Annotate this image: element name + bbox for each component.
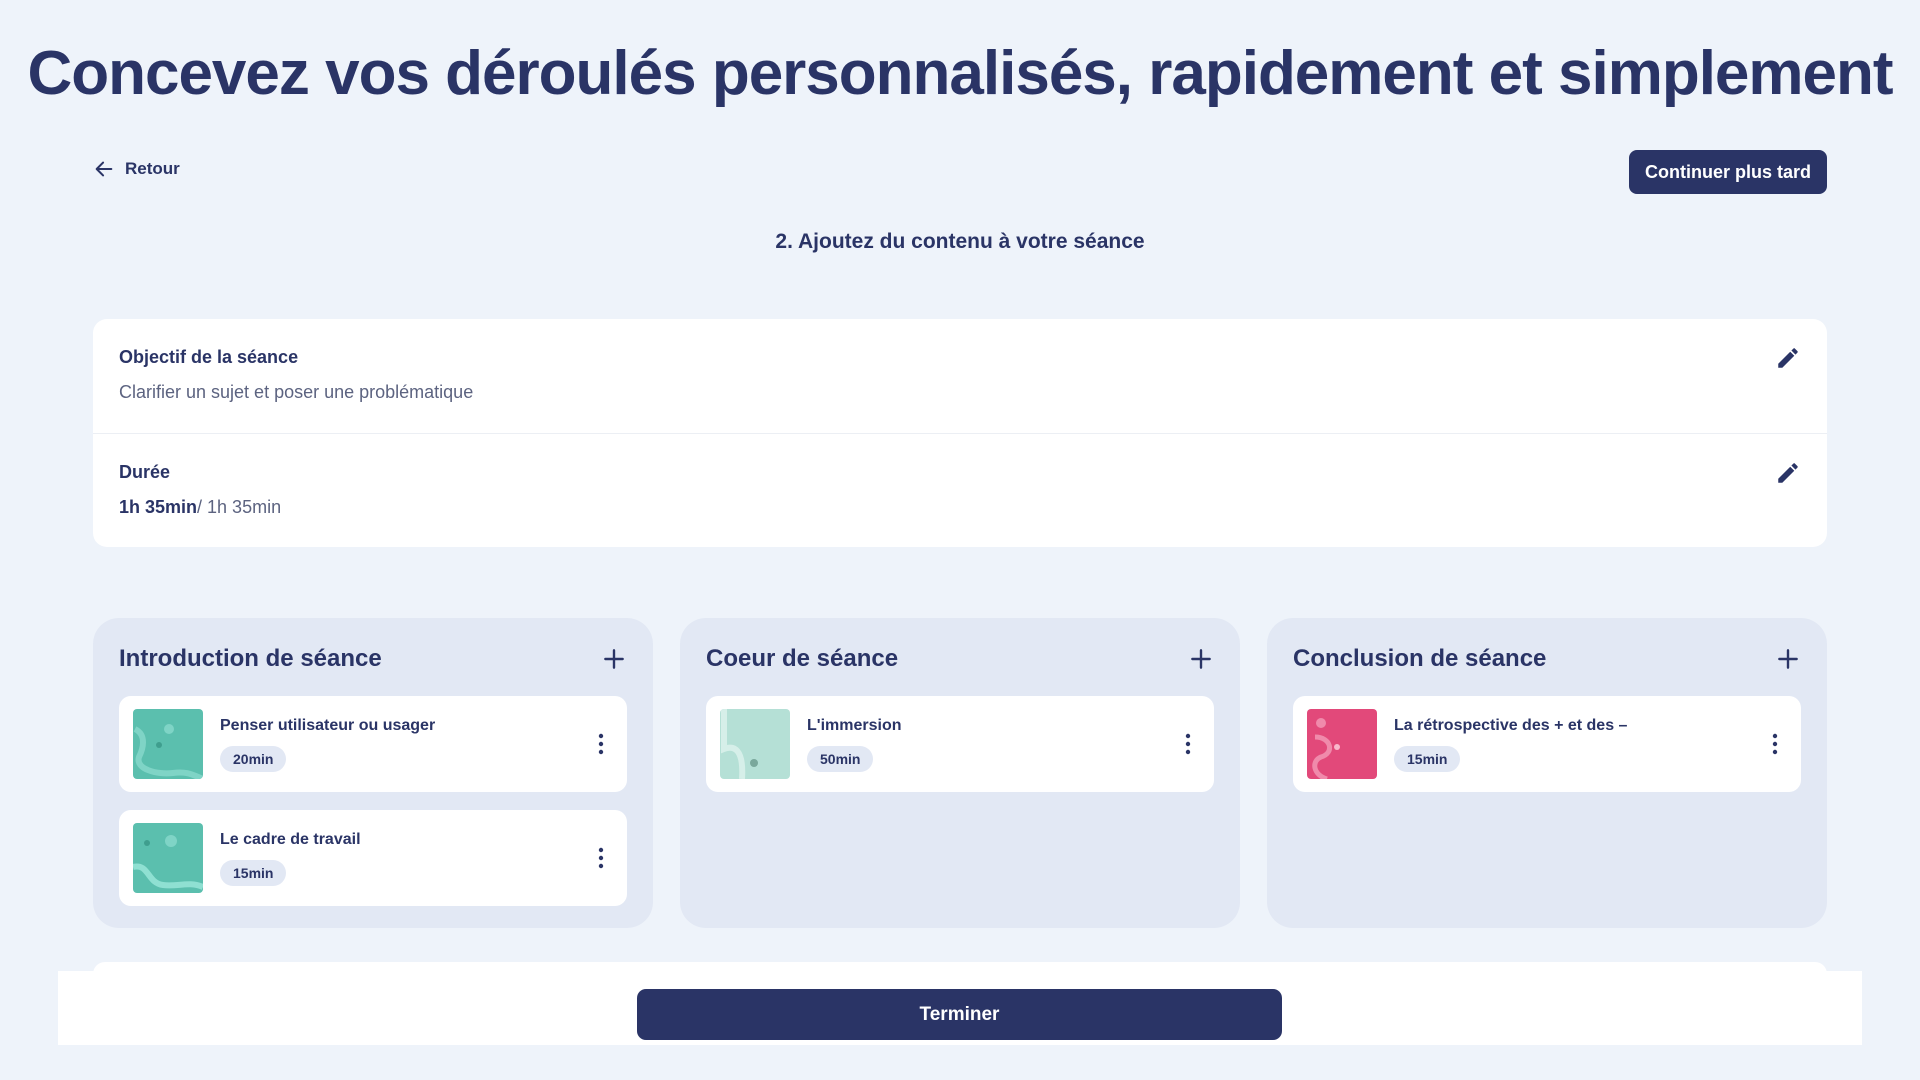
activity-thumbnail	[133, 709, 203, 779]
session-columns: Introduction de séance Penser utilisateu…	[93, 618, 1827, 928]
duration-row: Durée 1h 35min/ 1h 35min	[93, 433, 1827, 547]
back-label: Retour	[125, 159, 180, 178]
objective-row: Objectif de la séance Clarifier un sujet…	[93, 319, 1827, 433]
activity-title: Le cadre de travail	[220, 830, 361, 848]
column-introduction: Introduction de séance Penser utilisateu…	[93, 618, 653, 928]
finish-button[interactable]: Terminer	[637, 989, 1282, 1040]
more-vertical-icon[interactable]	[597, 732, 605, 756]
step-title: 2. Ajoutez du contenu à votre séance	[775, 230, 1145, 253]
column-core: Coeur de séance L'immersion 50min	[680, 618, 1240, 928]
activity-thumbnail	[1307, 709, 1377, 779]
back-link[interactable]: Retour	[93, 158, 180, 180]
continue-later-button[interactable]: Continuer plus tard	[1629, 150, 1827, 194]
more-vertical-icon[interactable]	[597, 846, 605, 870]
page-title: Concevez vos déroulés personnalisés, rap…	[27, 39, 1893, 108]
activity-thumbnail	[720, 709, 790, 779]
activity-card[interactable]: Penser utilisateur ou usager 20min	[119, 696, 627, 792]
column-conclusion: Conclusion de séance La rétrospective de…	[1267, 618, 1827, 928]
duration-current: 1h 35min	[119, 497, 198, 517]
activity-title: Penser utilisateur ou usager	[220, 716, 436, 734]
column-title: Conclusion de séance	[1293, 645, 1547, 672]
activity-card[interactable]: La rétrospective des + et des – 15min	[1293, 696, 1801, 792]
arrow-left-icon	[95, 161, 113, 177]
activity-thumbnail	[133, 823, 203, 893]
plus-icon[interactable]	[601, 646, 627, 672]
plus-icon[interactable]	[1188, 646, 1214, 672]
activity-card[interactable]: Le cadre de travail 15min	[119, 810, 627, 906]
session-info-card: Objectif de la séance Clarifier un sujet…	[93, 319, 1827, 547]
duration-total: / 1h 35min	[197, 497, 282, 517]
objective-value: Clarifier un sujet et poser une probléma…	[119, 382, 474, 402]
duration-badge: 15min	[220, 859, 287, 886]
plus-icon[interactable]	[1775, 646, 1801, 672]
more-vertical-icon[interactable]	[1771, 732, 1779, 756]
objective-label: Objectif de la séance	[119, 347, 299, 367]
duration-badge: 50min	[807, 745, 874, 772]
activity-title: L'immersion	[807, 716, 902, 734]
activity-title: La rétrospective des + et des –	[1394, 716, 1628, 734]
column-title: Introduction de séance	[119, 645, 382, 672]
column-title: Coeur de séance	[706, 645, 899, 672]
pencil-icon[interactable]	[1775, 460, 1801, 486]
pencil-icon[interactable]	[1775, 345, 1801, 371]
duration-badge: 15min	[1394, 745, 1461, 772]
duration-label: Durée	[119, 462, 171, 482]
duration-value: 1h 35min/ 1h 35min	[119, 497, 1801, 518]
more-vertical-icon[interactable]	[1184, 732, 1192, 756]
activity-card[interactable]: L'immersion 50min	[706, 696, 1214, 792]
duration-badge: 20min	[220, 745, 287, 772]
